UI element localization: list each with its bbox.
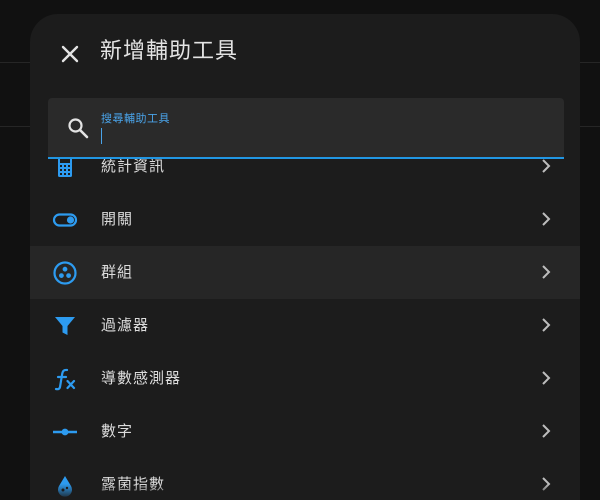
add-helper-dialog: 新增輔助工具 統計資訊 開關 群組 過濾器 導數感測器 數字 搜尋輔助工具 [30,14,580,500]
helper-item-number[interactable]: 數字 [30,405,580,458]
function-fx-icon [54,368,76,391]
search-label: 搜尋輔助工具 [101,112,170,125]
filter-icon [55,317,75,335]
chevron-right-icon [542,265,551,279]
chevron-right-icon [542,371,551,385]
chevron-right-icon [542,212,551,226]
helper-item-label: 數字 [101,422,134,440]
helper-item-label: 過濾器 [101,316,150,334]
helper-item-toggle[interactable]: 開關 [30,193,580,246]
search-icon [68,118,89,139]
dialog-header: 新增輔助工具 [30,14,580,92]
bottom-fade [30,484,580,500]
toggle-switch-icon [52,213,78,227]
helper-list: 統計資訊 開關 群組 過濾器 導數感測器 數字 [30,140,580,500]
helper-item-label: 群組 [101,263,134,281]
chevron-right-icon [542,318,551,332]
close-button[interactable] [56,40,84,68]
text-caret [101,128,102,144]
chevron-right-icon [542,424,551,438]
chevron-right-icon [542,159,551,173]
helper-item-filter[interactable]: 過濾器 [30,299,580,352]
search-underline [48,157,564,159]
helper-item-label: 開關 [101,210,134,228]
search-field[interactable]: 搜尋輔助工具 [48,98,564,159]
helper-item-group[interactable]: 群組 [30,246,580,299]
group-circle-icon [53,261,77,285]
helper-item-label: 導數感測器 [101,369,182,387]
close-icon [61,45,79,63]
slider-icon [53,428,77,436]
dialog-title: 新增輔助工具 [100,39,239,64]
helper-item-derivative-sensor[interactable]: 導數感測器 [30,352,580,405]
